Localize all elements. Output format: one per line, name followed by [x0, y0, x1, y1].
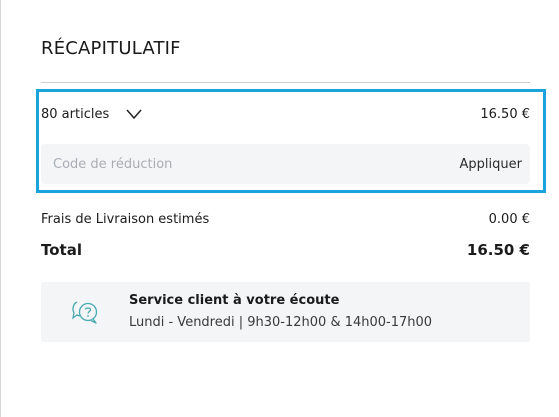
total-row: Total 16.50 € — [41, 241, 530, 259]
promo-code-box: Appliquer — [41, 144, 530, 184]
chevron-down-icon[interactable] — [125, 108, 143, 120]
articles-price: 16.50 € — [480, 106, 530, 122]
panel-left-border — [0, 0, 1, 417]
chat-help-icon — [72, 301, 98, 324]
shipping-value: 0.00 € — [488, 212, 530, 227]
articles-count-label: 80 articles — [41, 106, 110, 122]
summary-title: RÉCAPITULATIF — [41, 38, 181, 59]
apply-button[interactable]: Appliquer — [460, 157, 522, 172]
title-divider — [41, 82, 530, 83]
total-label: Total — [41, 241, 82, 259]
total-value: 16.50 € — [466, 241, 530, 259]
shipping-row: Frais de Livraison estimés 0.00 € — [41, 212, 530, 227]
service-title: Service client à votre écoute — [129, 293, 340, 308]
customer-service-card: Service client à votre écoute Lundi - Ve… — [41, 282, 530, 342]
shipping-label: Frais de Livraison estimés — [41, 212, 210, 227]
promo-code-input[interactable] — [51, 155, 385, 173]
service-hours: Lundi - Vendredi | 9h30-12h00 & 14h00-17… — [129, 315, 433, 330]
articles-row: 80 articles 16.50 € — [41, 104, 530, 124]
articles-toggle[interactable]: 80 articles — [41, 107, 143, 122]
